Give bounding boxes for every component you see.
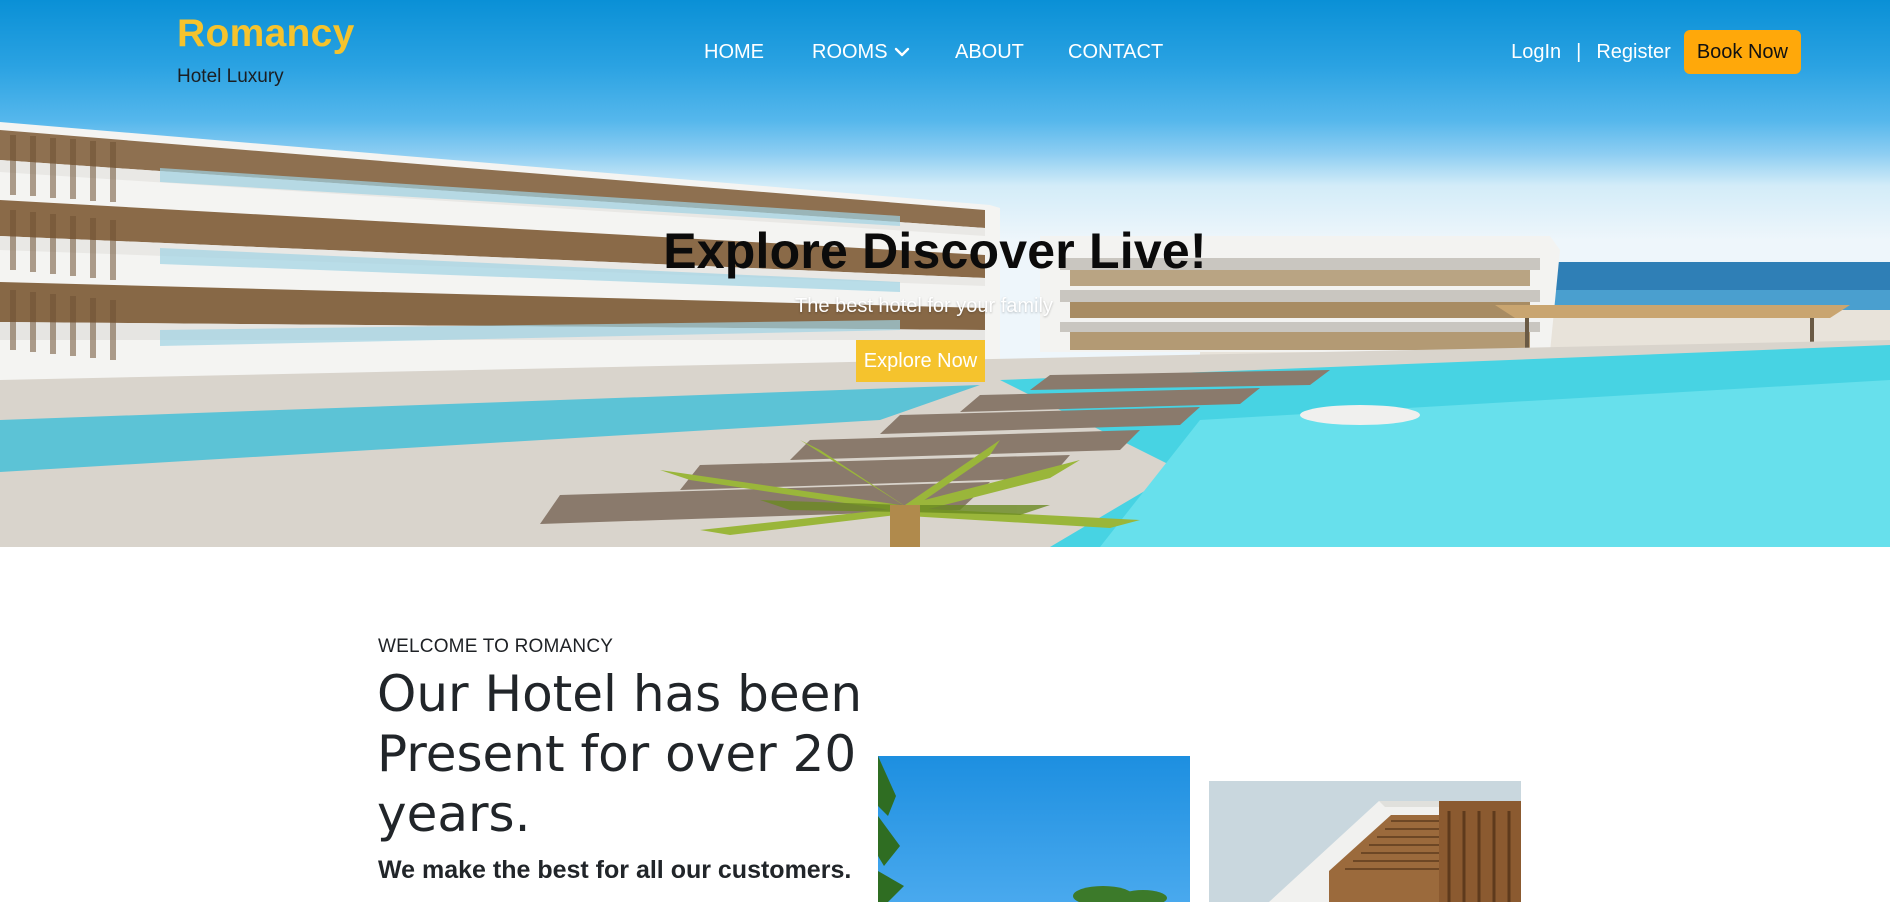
book-now-button[interactable]: Book Now bbox=[1683, 30, 1801, 74]
hero-title: Explore Discover Live! bbox=[663, 223, 1207, 279]
nav-item-contact[interactable]: CONTACT bbox=[1068, 40, 1163, 64]
brand[interactable]: Romancy Hotel Luxury bbox=[177, 10, 355, 88]
brand-tagline: Hotel Luxury bbox=[177, 66, 284, 87]
nav-item-label: CONTACT bbox=[1068, 41, 1164, 63]
brand-logo[interactable]: Romancy bbox=[177, 10, 355, 58]
register-link[interactable]: Register bbox=[1596, 41, 1670, 64]
hotel-photo-architecture bbox=[1209, 781, 1521, 902]
welcome-kicker: WELCOME TO ROMANCY bbox=[378, 636, 614, 657]
auth-separator: | bbox=[1576, 40, 1582, 63]
nav-item-label: ABOUT bbox=[955, 41, 1024, 63]
hotel-photo-palms bbox=[878, 756, 1190, 902]
explore-now-button[interactable]: Explore Now bbox=[856, 340, 985, 382]
nav-item-home[interactable]: HOME bbox=[704, 40, 764, 64]
nav-item-label: HOME bbox=[704, 41, 764, 63]
hero-section: Romancy Hotel Luxury HOME ROOMS ABOUT CO… bbox=[0, 0, 1890, 547]
welcome-title: Our Hotel has been Present for over 20 y… bbox=[377, 665, 863, 843]
nav-item-label: ROOMS bbox=[812, 41, 888, 63]
login-link[interactable]: LogIn bbox=[1511, 41, 1561, 64]
nav-item-rooms[interactable]: ROOMS bbox=[812, 40, 910, 64]
hero-subtitle: The best hotel for your family bbox=[795, 295, 1053, 317]
chevron-down-icon bbox=[894, 47, 909, 57]
auth-links: LogIn | Register Book Now bbox=[1511, 30, 1801, 74]
nav-item-about[interactable]: ABOUT bbox=[955, 40, 1024, 64]
welcome-lead: We make the best for all our customers. bbox=[378, 856, 852, 884]
